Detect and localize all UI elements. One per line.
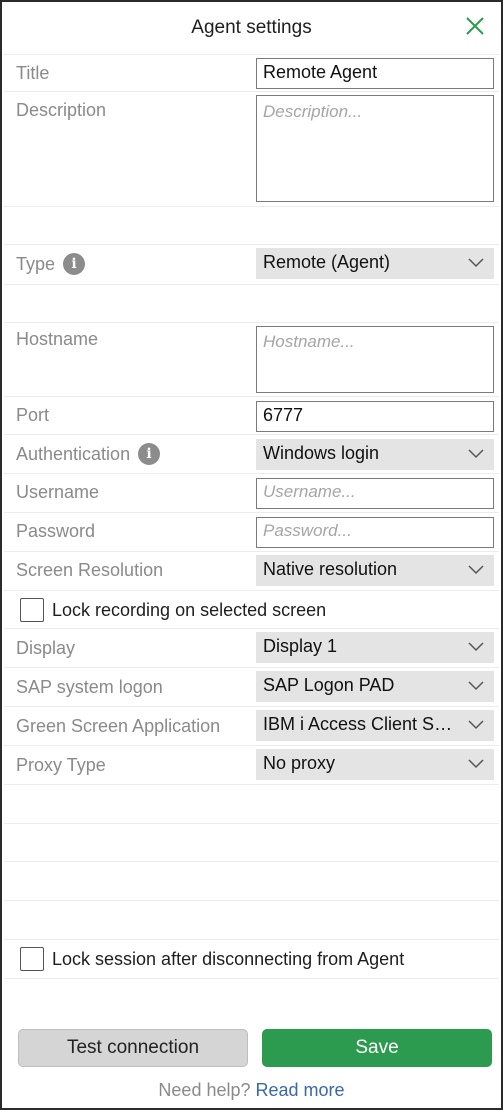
info-icon[interactable]: i: [63, 253, 86, 275]
chevron-down-icon: [468, 642, 484, 652]
sap-label: SAP system logon: [16, 677, 163, 697]
lock-recording-wrap: Lock recording on selected screen: [20, 598, 326, 622]
port-row: Port 6777: [4, 396, 499, 434]
spacer-row: [4, 784, 499, 823]
hostname-label: Hostname: [16, 329, 99, 349]
title-row: Title Remote Agent: [4, 54, 499, 91]
type-row: Type i Remote (Agent): [4, 244, 499, 284]
description-field[interactable]: Description...: [256, 95, 494, 202]
chevron-down-icon: [468, 258, 484, 268]
green-screen-row: Green Screen Application IBM i Access Cl…: [4, 706, 499, 745]
resolution-select[interactable]: Native resolution: [256, 555, 494, 586]
proxy-value: No proxy: [263, 753, 336, 773]
sap-value: SAP Logon PAD: [263, 675, 395, 695]
panel-title: Agent settings: [191, 17, 312, 38]
save-button[interactable]: Save: [262, 1029, 492, 1067]
spacer-row: [4, 284, 499, 322]
display-select[interactable]: Display 1: [256, 632, 494, 663]
sap-row: SAP system logon SAP Logon PAD: [4, 667, 499, 706]
spacer-row: [4, 823, 499, 861]
info-icon[interactable]: i: [138, 443, 161, 465]
type-label-wrap: Type i: [16, 253, 86, 275]
panel-header: Agent settings: [2, 2, 501, 54]
display-label: Display: [16, 638, 76, 658]
lock-recording-label: Lock recording on selected screen: [52, 599, 327, 620]
spacer-row: [4, 861, 499, 900]
title-label: Title: [16, 63, 50, 83]
help-text: Need help?: [158, 1080, 251, 1100]
auth-select[interactable]: Windows login: [256, 439, 494, 470]
description-label: Description: [16, 100, 107, 120]
username-label: Username: [16, 482, 100, 502]
resolution-value: Native resolution: [263, 559, 398, 579]
hostname-field[interactable]: Hostname...: [256, 326, 494, 393]
display-value: Display 1: [263, 636, 338, 656]
port-label: Port: [16, 405, 50, 425]
spacer-row: [4, 206, 499, 244]
proxy-row: Proxy Type No proxy: [4, 745, 499, 784]
port-field[interactable]: 6777: [256, 401, 494, 432]
chevron-down-icon: [468, 759, 484, 769]
password-row: Password Password...: [4, 512, 499, 551]
lock-session-checkbox[interactable]: [20, 947, 44, 971]
close-icon[interactable]: [463, 14, 487, 38]
resolution-row: Screen Resolution Native resolution: [4, 551, 499, 590]
auth-row: Authentication i Windows login: [4, 434, 499, 473]
lock-recording-row: Lock recording on selected screen: [4, 590, 499, 628]
username-row: Username Username...: [4, 473, 499, 512]
display-row: Display Display 1: [4, 628, 499, 667]
type-label: Type: [16, 253, 56, 274]
chevron-down-icon: [468, 681, 484, 691]
chevron-down-icon: [468, 720, 484, 730]
password-field[interactable]: Password...: [256, 517, 494, 548]
sap-select[interactable]: SAP Logon PAD: [256, 671, 494, 702]
hostname-row: Hostname Hostname...: [4, 322, 499, 396]
lock-session-wrap: Lock session after disconnecting from Ag…: [20, 947, 404, 971]
test-connection-button[interactable]: Test connection: [18, 1029, 248, 1067]
chevron-down-icon: [468, 565, 484, 575]
agent-settings-panel: Agent settings Title Remote Agent Descri…: [0, 0, 503, 1110]
lock-recording-checkbox[interactable]: [20, 598, 44, 622]
auth-label: Authentication: [16, 443, 131, 464]
help-footer: Need help? Read more: [2, 1080, 501, 1101]
green-screen-value: IBM i Access Client Sol...: [263, 714, 464, 734]
green-screen-select[interactable]: IBM i Access Client Sol...: [256, 710, 494, 741]
resolution-label: Screen Resolution: [16, 560, 164, 580]
proxy-select[interactable]: No proxy: [256, 749, 494, 780]
proxy-label: Proxy Type: [16, 755, 106, 775]
auth-label-wrap: Authentication i: [16, 443, 161, 465]
description-row: Description Description...: [4, 91, 499, 206]
read-more-link[interactable]: Read more: [256, 1080, 345, 1100]
lock-session-row: Lock session after disconnecting from Ag…: [4, 939, 499, 978]
divider: [4, 978, 499, 979]
spacer-row: [4, 900, 499, 939]
type-select[interactable]: Remote (Agent): [256, 248, 494, 279]
lock-session-label: Lock session after disconnecting from Ag…: [52, 948, 405, 969]
password-label: Password: [16, 521, 96, 541]
username-field[interactable]: Username...: [256, 478, 494, 509]
green-screen-label: Green Screen Application: [16, 716, 221, 736]
type-value: Remote (Agent): [263, 252, 391, 272]
chevron-down-icon: [468, 449, 484, 459]
auth-value: Windows login: [263, 443, 380, 463]
title-field[interactable]: Remote Agent: [256, 58, 494, 89]
